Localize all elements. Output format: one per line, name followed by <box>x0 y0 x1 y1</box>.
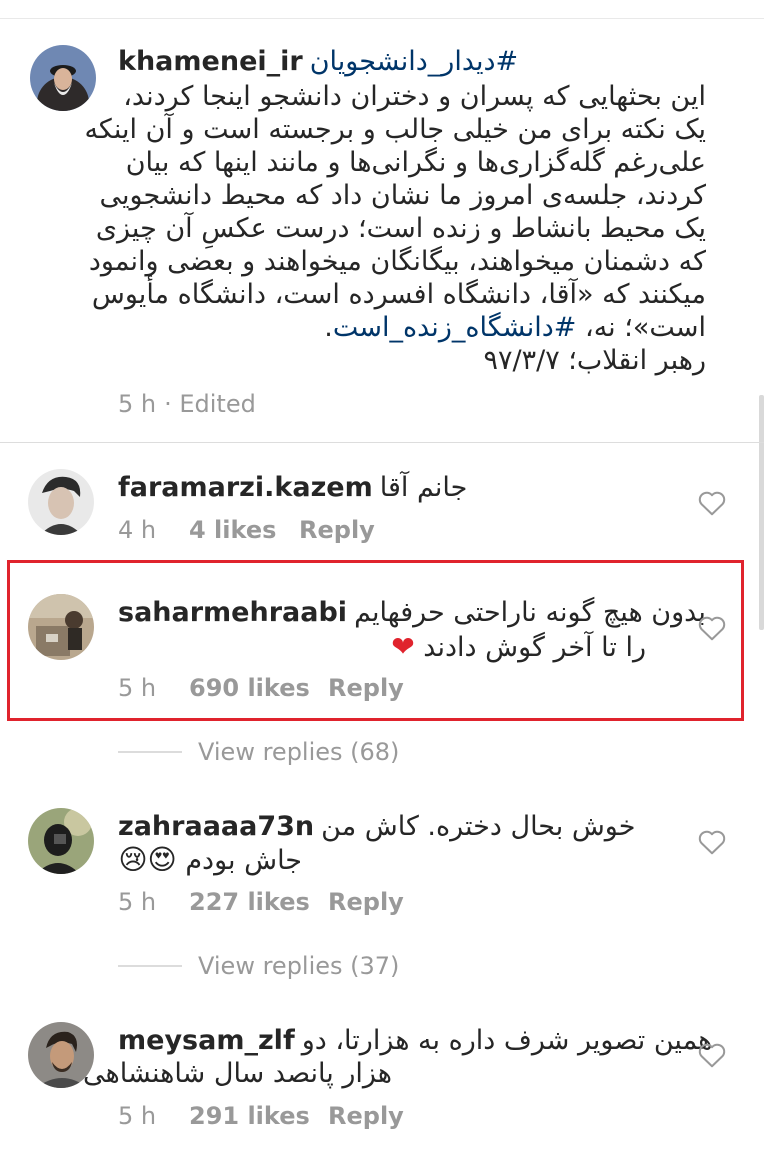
caption-text: . <box>324 312 333 343</box>
comment-header: zahraaaa73n خوش بحال دختره. کاش من <box>118 806 635 846</box>
comment-avatar[interactable] <box>28 808 94 874</box>
comment-meta: 5 h 291 likes Reply <box>118 1099 404 1133</box>
caption-line-8: است»؛ نه، #دانشگاه_زنده_است. <box>324 310 706 346</box>
comment-likes[interactable]: 291 likes <box>189 1102 328 1130</box>
comment-username[interactable]: faramarzi.kazem <box>118 472 373 503</box>
view-replies-button[interactable]: View replies (68) <box>118 738 399 766</box>
comment-text: هزار پانصد سال شاهنشاهی <box>82 1058 392 1089</box>
post-username[interactable]: khamenei_ir <box>118 46 303 77</box>
caption-text: است»؛ نه، <box>576 312 706 343</box>
caption-hashtag[interactable]: #دانشگاه_زنده_است <box>333 312 577 343</box>
comment-time: 5 h <box>118 888 157 916</box>
post-author-avatar[interactable] <box>30 45 96 111</box>
post-time: 5 h <box>118 390 157 418</box>
highlight-box <box>7 560 744 721</box>
view-replies-button[interactable]: View replies (37) <box>118 952 399 980</box>
comment-text: جانم آقا <box>379 471 468 503</box>
comment-meta: 4 h 4 likes Reply <box>118 513 375 547</box>
reply-button[interactable]: Reply <box>328 1102 404 1130</box>
heart-icon[interactable] <box>697 828 727 856</box>
comment-meta: 5 h 227 likes Reply <box>118 885 404 919</box>
comment-text-line2: جاش بودم 😍😢 <box>118 842 302 878</box>
comment-header: meysam_zlf همین تصویر شرف داره به هزارتا… <box>118 1020 712 1060</box>
comment-time: 5 h <box>118 1102 157 1130</box>
caption-line: میکنند که «آقا، دانشگاه افسرده است، دانش… <box>91 279 706 310</box>
caption-signature: رهبر انقلاب؛ ۹۷/۳/۷ <box>483 345 706 376</box>
view-replies-line <box>118 965 182 967</box>
view-replies-label: View replies (37) <box>198 952 400 980</box>
caption-line: کردند، جلسه‌ی امروز ما نشان داد که محیط … <box>99 180 706 211</box>
reply-button[interactable]: Reply <box>328 888 404 916</box>
comment-time: 4 h <box>118 516 157 544</box>
scrollbar[interactable] <box>759 395 764 630</box>
comment-header: faramarzi.kazem جانم آقا <box>118 467 467 507</box>
caption-divider <box>0 442 764 443</box>
comment-likes[interactable]: 4 likes <box>189 516 299 544</box>
reply-button[interactable]: Reply <box>299 516 375 544</box>
caption-line: این بحثهایی که پسران و دختران دانشجو این… <box>123 81 706 112</box>
caption-line: یک نکته برای من خیلی جالب و برجسته است و… <box>84 114 706 145</box>
heart-icon[interactable] <box>697 1041 727 1069</box>
post-hashtag[interactable]: #دیدار_دانشجویان <box>310 46 518 77</box>
comment-username[interactable]: meysam_zlf <box>118 1025 295 1056</box>
caption-line: یک محیط بانشاط و زنده است؛ درست عکسِ آن … <box>95 213 706 244</box>
view-replies-line <box>118 751 182 753</box>
top-divider <box>0 0 764 19</box>
caption-line: علی‌رغم گله‌گزاری‌ها و نگرانی‌ها و مانند… <box>125 147 706 178</box>
heart-icon[interactable] <box>697 489 727 517</box>
emoji: 😍😢 <box>118 843 177 876</box>
post-edited: · Edited <box>164 390 256 418</box>
comment-text: جاش بودم <box>185 845 302 876</box>
comment-text: همین تصویر شرف داره به هزارتا، دو <box>301 1024 713 1056</box>
post-meta: 5 h · Edited <box>118 387 256 421</box>
caption-line: که دشمنان میخواهند، بیگانگان میخواهند و … <box>88 246 706 277</box>
comment-likes[interactable]: 227 likes <box>189 888 328 916</box>
comment-text: خوش بحال دختره. کاش من <box>321 810 636 842</box>
post-header: khamenei_ir #دیدار_دانشجویان <box>118 41 518 81</box>
view-replies-label: View replies (68) <box>198 738 400 766</box>
comment-avatar[interactable] <box>28 469 94 535</box>
comment-username[interactable]: zahraaaa73n <box>118 811 314 842</box>
